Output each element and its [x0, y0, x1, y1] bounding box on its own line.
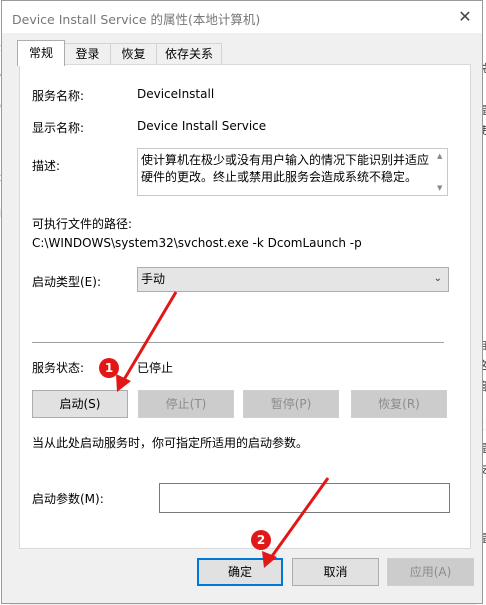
- step-2-badge: 2: [251, 530, 271, 550]
- annotation-arrowhead-1: [116, 374, 131, 392]
- annotation-arrow-1: [120, 291, 178, 384]
- annotation-arrows: [116, 291, 330, 568]
- annotation-arrow-2: [268, 477, 330, 560]
- step-1-badge: 1: [99, 358, 119, 378]
